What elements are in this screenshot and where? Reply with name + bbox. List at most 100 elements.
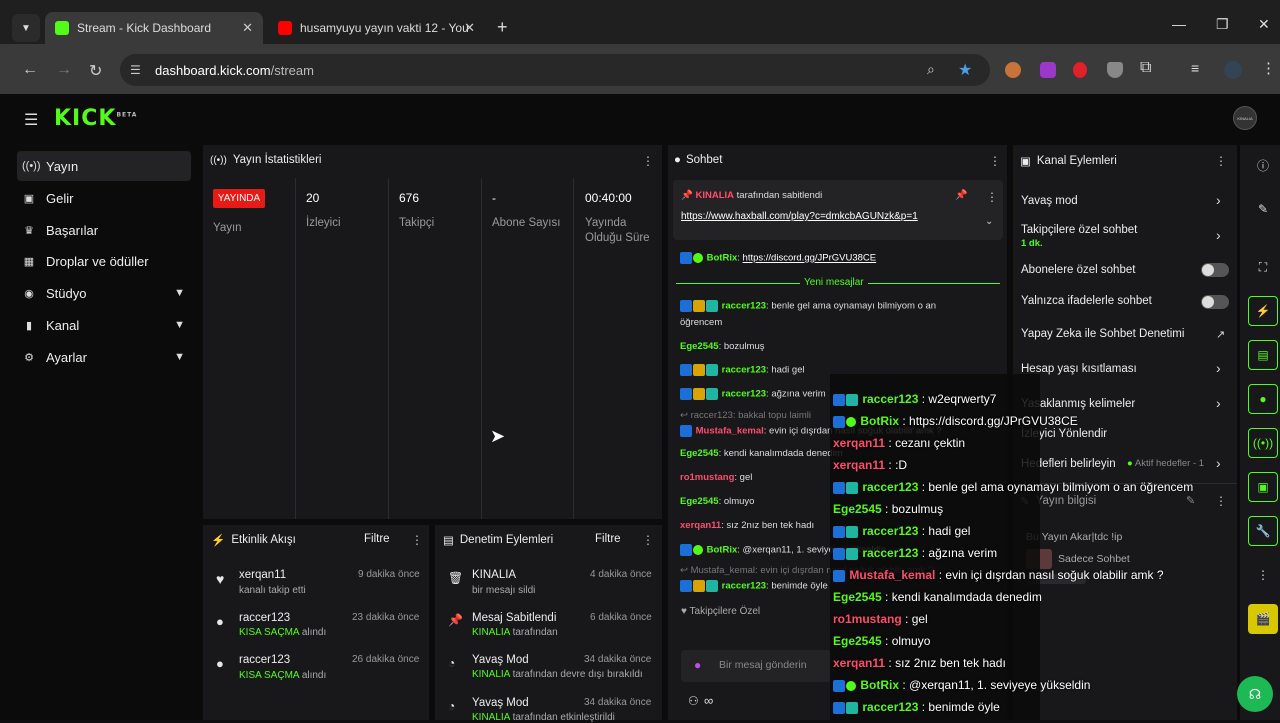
chat-message: Ege2545: kendi kanalımdada denedim xyxy=(680,448,843,459)
cookie-extension-icon[interactable] xyxy=(1005,62,1021,78)
reload-button[interactable]: ↻ xyxy=(89,61,102,81)
more-options-icon[interactable]: ⋮ xyxy=(1215,154,1227,168)
browser-menu-icon[interactable]: ⋮ xyxy=(1261,59,1276,77)
profile-avatar[interactable] xyxy=(1224,61,1242,79)
subs-label: Abone Sayısı xyxy=(492,217,561,229)
close-window-button[interactable]: ✕ xyxy=(1258,16,1270,33)
back-button[interactable]: ← xyxy=(22,61,38,79)
activity-filter-button[interactable]: Filtre xyxy=(364,533,390,545)
site-info-icon[interactable]: ☰ xyxy=(130,63,141,77)
more-options-icon[interactable]: ⋮ xyxy=(1215,494,1227,508)
chevron-right-icon[interactable]: › xyxy=(1216,192,1221,208)
minimize-button[interactable]: — xyxy=(1172,16,1186,32)
more-options-icon[interactable]: ⋮ xyxy=(642,154,654,168)
reading-list-icon[interactable]: ≡ xyxy=(1191,60,1199,76)
studio-icon: ◉ xyxy=(24,287,34,300)
mod-title: Mesaj Sabitlendi xyxy=(472,612,557,624)
chevron-right-icon[interactable]: › xyxy=(1216,227,1221,243)
mod-time: 4 dakika önce xyxy=(590,569,652,580)
chat-reply: ↩ raccer123: bakkal topu laimli xyxy=(680,410,812,421)
divider xyxy=(388,178,389,519)
close-icon[interactable]: ✕ xyxy=(464,20,475,36)
clapper-icon[interactable]: 🎬 xyxy=(1248,604,1278,634)
pinned-link[interactable]: https://www.haxball.com/play?c=dmkcbAGUN… xyxy=(681,211,918,222)
chat-settings-icon[interactable]: ⚇ xyxy=(688,694,699,708)
channel-icon[interactable]: ▣ xyxy=(1248,472,1278,502)
infinity-icon[interactable]: ∞ xyxy=(704,693,713,708)
edit-icon[interactable]: ✎ xyxy=(1248,194,1278,224)
subs-chat-toggle[interactable] xyxy=(1201,263,1229,277)
info-icon[interactable]: ⓘ xyxy=(1248,150,1278,180)
slow-mode-row[interactable]: Yavaş mod xyxy=(1021,195,1078,207)
activity-sub: KISA SAÇMA alındı xyxy=(239,670,327,681)
forward-button[interactable]: → xyxy=(56,61,72,79)
sidebar-item-basarilar[interactable]: ♛ Başarılar xyxy=(17,215,191,245)
sidebar-item-droplar[interactable]: ▦ Droplar ve ödüller xyxy=(17,246,191,276)
chat-message: raccer123: ağzına verim xyxy=(680,388,826,400)
sidebar-item-ayarlar[interactable]: ⚙ Ayarlar ▼ xyxy=(17,342,191,372)
broadcast-icon[interactable]: ((•)) xyxy=(1248,428,1278,458)
chevron-right-icon[interactable]: › xyxy=(1216,360,1221,376)
mod-title: Yavaş Mod xyxy=(472,697,529,709)
document-icon[interactable]: ▤ xyxy=(1248,340,1278,370)
lightning-icon[interactable]: ⚡ xyxy=(1248,296,1278,326)
wrench-icon[interactable]: 🔧 xyxy=(1248,516,1278,546)
overlay-message: Mustafa_kemal : evin içi dışrdan nasıl s… xyxy=(833,568,1164,582)
sidebar-item-gelir[interactable]: ▣ Gelir xyxy=(17,183,191,213)
moderation-filter-button[interactable]: Filtre xyxy=(595,533,621,545)
viewers-value: 20 xyxy=(306,191,320,205)
more-options-icon[interactable]: ⋮ xyxy=(989,154,1001,168)
stats-header: ((•)) Yayın İstatistikleri xyxy=(210,154,322,166)
more-options-icon[interactable]: ⋮ xyxy=(986,190,998,204)
unpin-icon[interactable]: 📌 xyxy=(955,190,967,201)
kick-icon xyxy=(55,21,69,35)
edit-icon[interactable]: ✎ xyxy=(1186,494,1195,507)
live-label: Yayın xyxy=(213,222,242,234)
zoom-icon[interactable]: ⌕ xyxy=(927,61,935,78)
viewers-label: İzleyici xyxy=(306,217,341,229)
user-avatar[interactable]: KINALIA xyxy=(1233,106,1257,130)
moderation-header: ▤ Denetim Eylemleri xyxy=(443,534,554,547)
chat-input-placeholder: Bir mesaj gönderin xyxy=(719,659,807,671)
live-badge: YAYINDA xyxy=(213,189,265,208)
followers-chat-row[interactable]: Takipçilere özel sohbet xyxy=(1021,224,1137,236)
close-icon[interactable]: ✕ xyxy=(242,20,253,36)
bookmark-star-icon[interactable]: ★ xyxy=(958,60,972,80)
sidebar-item-yayin[interactable]: ((•)) Yayın xyxy=(17,151,191,181)
shield-extension-icon[interactable] xyxy=(1107,62,1123,78)
tab-kick-dashboard[interactable]: Stream - Kick Dashboard ✕ xyxy=(45,12,263,44)
chat-message: raccer123: hadi gel xyxy=(680,364,805,376)
support-headset-icon[interactable]: ☊ xyxy=(1237,676,1273,712)
sidebar-item-studyo[interactable]: ◉ Stüdyo ▼ xyxy=(17,278,191,308)
chevron-down-icon[interactable]: ⌄ xyxy=(985,216,993,227)
screenshot-icon[interactable]: ⛶ xyxy=(1248,252,1278,282)
restore-button[interactable]: ❐ xyxy=(1216,16,1229,33)
url-text[interactable]: dashboard.kick.com/stream xyxy=(155,63,314,78)
extension-icon[interactable] xyxy=(1040,62,1056,78)
tab-search-button[interactable]: ▼ xyxy=(12,14,40,42)
emote-bar[interactable] xyxy=(683,625,833,643)
wallet-icon: ▣ xyxy=(23,192,35,205)
overlay-message: Ege2545 : olmuyo xyxy=(833,634,931,648)
emote-chat-toggle[interactable] xyxy=(1201,295,1229,309)
chevron-right-icon[interactable]: › xyxy=(1216,395,1221,411)
extensions-puzzle-icon[interactable]: ⧉ xyxy=(1140,59,1151,77)
stream-title: Bu Yayın Akar|tdc !ip xyxy=(1026,531,1123,543)
chevron-right-icon[interactable]: › xyxy=(1216,455,1221,471)
more-options-icon[interactable]: ⋮ xyxy=(1248,560,1278,590)
new-tab-button[interactable]: + xyxy=(497,17,508,38)
overlay-message: xerqan11 : :D xyxy=(833,458,908,472)
microphone-icon[interactable]: ● xyxy=(694,658,701,672)
more-options-icon[interactable]: ⋮ xyxy=(642,533,654,547)
extension-icon[interactable] xyxy=(1073,62,1087,78)
kick-logo[interactable]: KICKBETA xyxy=(54,106,137,131)
tab-youtube[interactable]: husamyuyu yayın vakti 12 - You ✕ xyxy=(270,12,485,44)
divider xyxy=(481,178,482,519)
chat-bubble-icon[interactable]: ● xyxy=(1248,384,1278,414)
ai-moderation-row[interactable]: Yapay Zeka ile Sohbet Denetimi xyxy=(1021,328,1184,340)
more-options-icon[interactable]: ⋮ xyxy=(411,533,423,547)
external-link-icon[interactable]: ↗ xyxy=(1216,328,1225,341)
overlay-message: BotRix : https://discord.gg/JPrGVU38CE xyxy=(833,414,1078,428)
hamburger-menu-icon[interactable]: ☰ xyxy=(24,110,38,130)
sidebar-item-kanal[interactable]: ▮ Kanal ▼ xyxy=(17,310,191,340)
